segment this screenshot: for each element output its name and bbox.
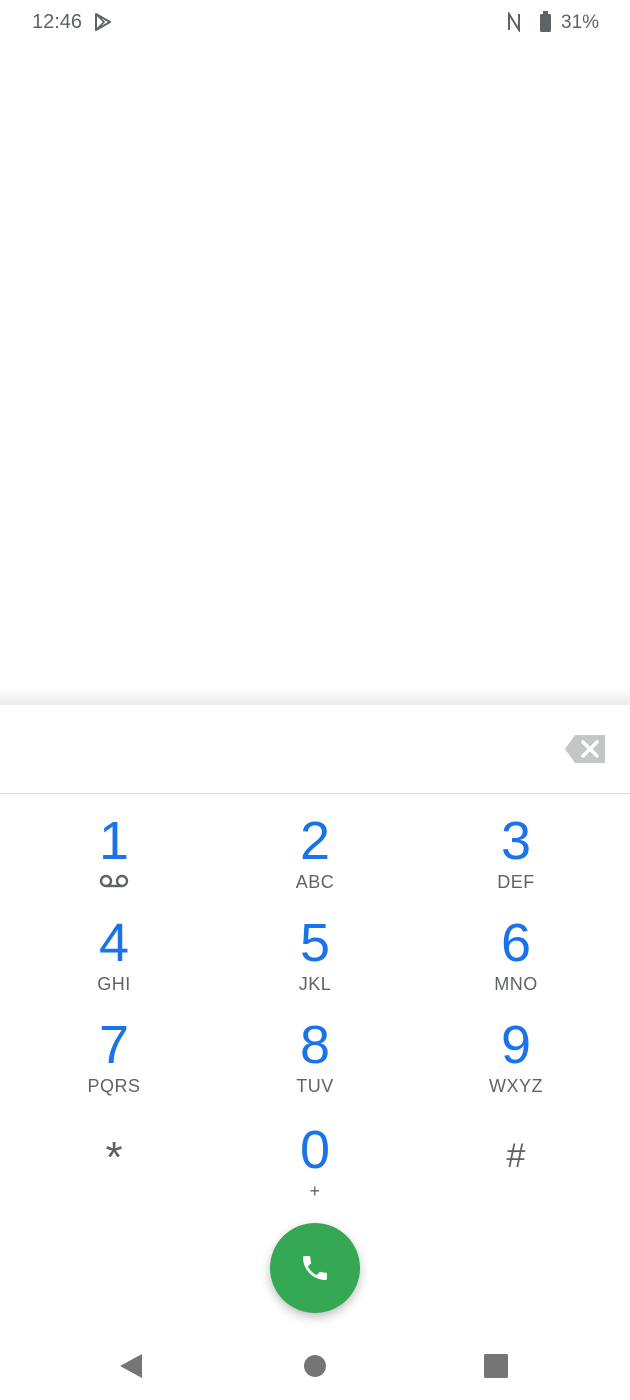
play-store-icon [95, 13, 111, 31]
key-letters: MNO [494, 974, 538, 994]
key-2[interactable]: 2 ABC [240, 813, 390, 909]
key-4[interactable]: 4 GHI [39, 915, 189, 1011]
key-digit: 7 [98, 1015, 130, 1075]
key-pound[interactable]: # [441, 1128, 591, 1224]
key-digit: 0 [299, 1120, 331, 1180]
key-letters: WXYZ [489, 1076, 543, 1096]
key-letters: GHI [97, 974, 131, 994]
key-letters: JKL [298, 974, 332, 994]
home-icon[interactable] [303, 1354, 327, 1378]
key-digit: 3 [500, 811, 532, 871]
key-9[interactable]: 9 WXYZ [441, 1017, 591, 1113]
dialpad-shadow [0, 686, 630, 706]
backspace-icon[interactable] [563, 733, 607, 765]
phone-icon [303, 1256, 327, 1280]
key-star[interactable]: * [39, 1130, 189, 1226]
call-button[interactable] [270, 1223, 360, 1313]
key-digit: 8 [299, 1015, 331, 1075]
key-letters: + [309, 1181, 321, 1201]
key-8[interactable]: 8 TUV [240, 1017, 390, 1113]
key-digit: 6 [500, 913, 532, 973]
voicemail-icon [99, 874, 129, 888]
battery-icon [540, 11, 551, 32]
key-7[interactable]: 7 PQRS [39, 1017, 189, 1113]
key-3[interactable]: 3 DEF [441, 813, 591, 909]
battery-percentage: 31% [561, 12, 600, 33]
digits-input[interactable] [30, 731, 540, 767]
back-icon[interactable] [118, 1352, 144, 1380]
key-0[interactable]: 0 + [240, 1122, 390, 1218]
key-digit: 2 [299, 811, 331, 871]
digits-field[interactable] [0, 705, 630, 794]
key-digit: 4 [98, 913, 130, 973]
key-1[interactable]: 1 [39, 813, 189, 909]
key-digit: # [506, 1137, 526, 1175]
status-bar: 12:46 31% [0, 0, 630, 46]
call-history-area [0, 46, 630, 691]
key-5[interactable]: 5 JKL [240, 915, 390, 1011]
key-letters: ABC [295, 872, 335, 892]
key-letters: DEF [497, 872, 535, 892]
navigation-bar [0, 1332, 630, 1400]
key-digit: * [105, 1133, 123, 1182]
key-digit: 1 [98, 811, 130, 871]
key-letters: TUV [296, 1076, 334, 1096]
recents-icon[interactable] [484, 1354, 508, 1378]
status-time: 12:46 [32, 11, 83, 33]
phone-screen: 12:46 31% 1 2 ABC 3 DEF 4 GHI 5 JKL 6 MN… [0, 0, 630, 1400]
key-digit: 5 [299, 913, 331, 973]
nfc-icon [508, 12, 520, 32]
key-letters: PQRS [87, 1076, 141, 1096]
key-digit: 9 [500, 1015, 532, 1075]
key-6[interactable]: 6 MNO [441, 915, 591, 1011]
